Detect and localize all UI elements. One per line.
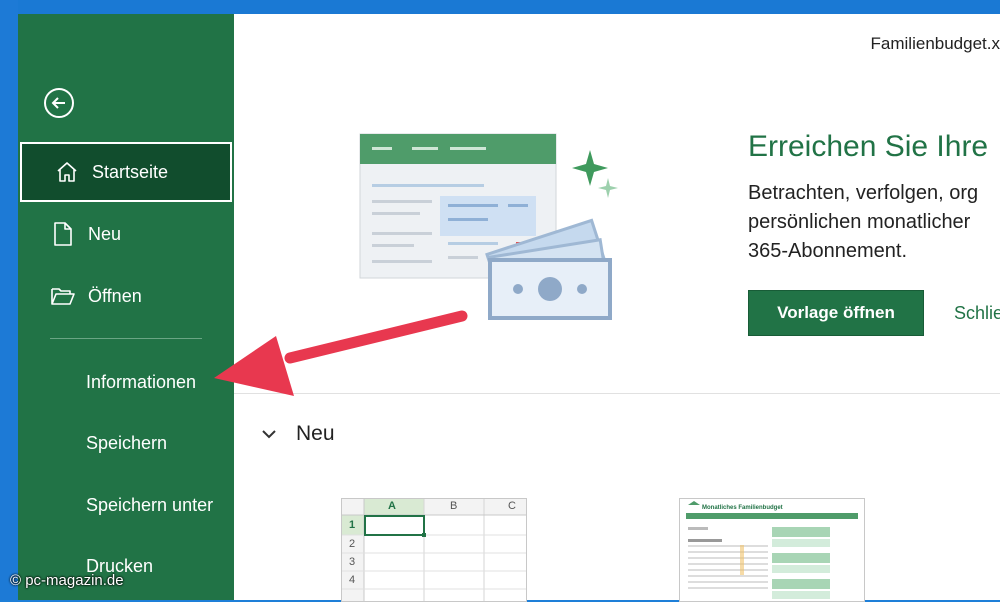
desktop-background bbox=[0, 0, 1000, 14]
watermark: © pc-magazin.de bbox=[10, 572, 124, 589]
document-title: Familienbudget.x bbox=[870, 34, 1000, 53]
sidebar-item-oeffnen[interactable]: Öffnen bbox=[18, 266, 234, 326]
sidebar-item-label: Speichern unter bbox=[86, 494, 214, 515]
desktop-background-left bbox=[0, 0, 18, 600]
sidebar-item-label: Informationen bbox=[86, 371, 197, 392]
budget-illustration bbox=[359, 133, 618, 320]
backstage-sidebar: Startseite Neu Öffnen Informationen Spei… bbox=[18, 14, 234, 600]
sidebar-item-label: Startseite bbox=[92, 161, 169, 182]
new-file-icon bbox=[48, 219, 78, 249]
row-header-3: 3 bbox=[349, 556, 356, 568]
home-icon bbox=[52, 157, 82, 187]
folder-open-icon bbox=[48, 281, 78, 311]
template-title: Monatliches Familienbudget bbox=[702, 505, 783, 511]
sidebar-item-informationen[interactable]: Informationen bbox=[18, 352, 234, 412]
new-section-header[interactable]: Neu bbox=[260, 422, 335, 446]
sidebar-item-speichern-unter[interactable]: Speichern unter bbox=[18, 475, 234, 535]
row-header-1: 1 bbox=[349, 519, 356, 531]
hero-description-line: Betrachten, verfolgen, org bbox=[748, 182, 979, 204]
hero-description: Betrachten, verfolgen, org persönlichen … bbox=[748, 179, 978, 266]
sidebar-item-neu[interactable]: Neu bbox=[18, 204, 234, 264]
budget-template-preview bbox=[686, 501, 858, 599]
hero-description-line: persönlichen monatlicher bbox=[748, 211, 971, 233]
close-link[interactable]: Schlie bbox=[954, 303, 1000, 324]
blank-workbook-thumbnail[interactable]: A B C 1 2 3 4 bbox=[341, 498, 527, 602]
blank-workbook-grid bbox=[342, 499, 526, 601]
column-header-a: A bbox=[388, 500, 396, 512]
row-header-4: 4 bbox=[349, 574, 356, 586]
row-header-2: 2 bbox=[349, 538, 356, 550]
back-arrow-icon[interactable] bbox=[44, 88, 74, 118]
hero-description-line: 365-Abonnement. bbox=[748, 240, 908, 262]
sidebar-item-startseite[interactable]: Startseite bbox=[20, 142, 232, 202]
hero-heading: Erreichen Sie Ihre bbox=[748, 130, 989, 163]
family-budget-template-thumbnail[interactable]: Monatliches Familienbudget bbox=[679, 498, 865, 602]
new-section-title: Neu bbox=[296, 422, 335, 445]
column-header-b: B bbox=[450, 500, 458, 512]
sidebar-item-label: Speichern bbox=[86, 432, 168, 453]
sidebar-item-speichern[interactable]: Speichern bbox=[18, 413, 234, 473]
open-template-button[interactable]: Vorlage öffnen bbox=[748, 290, 924, 336]
column-header-c: C bbox=[508, 500, 516, 512]
backstage-main: Familienbudget.x Erreichen Sie Ihre Betr… bbox=[234, 14, 1000, 602]
sidebar-item-label: Öffnen bbox=[88, 285, 142, 306]
sidebar-divider bbox=[50, 338, 202, 339]
chevron-down-icon bbox=[262, 430, 276, 439]
section-separator bbox=[234, 393, 1000, 394]
sidebar-item-label: Neu bbox=[88, 223, 122, 244]
